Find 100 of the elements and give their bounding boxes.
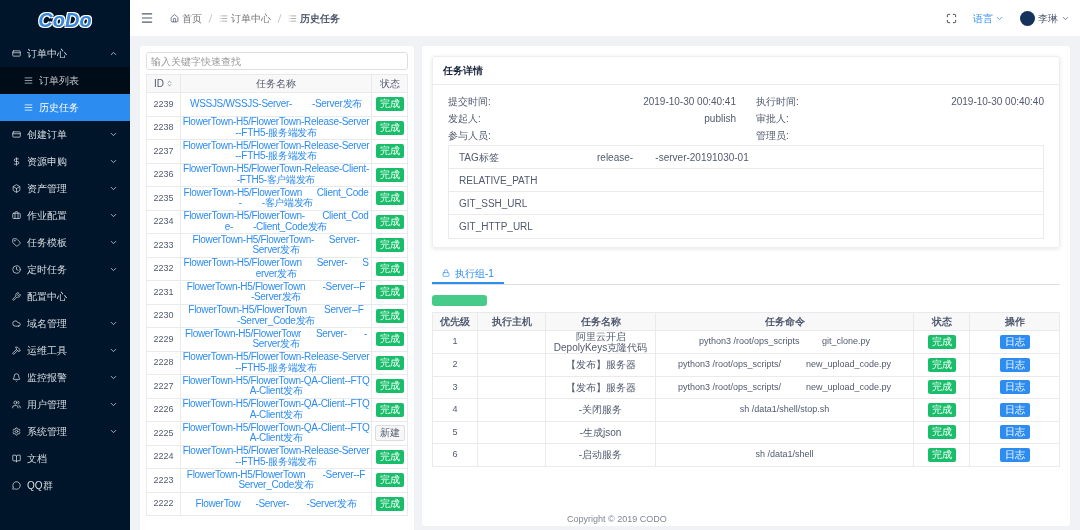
task-link[interactable]: FlowerTow -Server- -Server发布: [180, 492, 372, 516]
table-cell: 1: [432, 330, 478, 354]
chevron-down-icon: [109, 427, 118, 436]
task-link[interactable]: WSSJS/WSSJS-Server- -Server发布: [180, 92, 372, 116]
table-cell: 2227: [146, 374, 181, 398]
log-button[interactable]: 日志: [999, 334, 1030, 349]
status-badge: 完成: [375, 97, 404, 111]
breadcrumb-item: 历史任务: [300, 11, 340, 26]
list-icon: [24, 76, 33, 85]
status-badge: 完成: [375, 496, 404, 511]
task-link[interactable]: FlowerTown-H5/FlowerTown-QA-Client--FTQA-Client发布: [180, 421, 372, 445]
sidebar-item[interactable]: 资产管理: [0, 175, 130, 202]
chevron-down-icon: [109, 346, 118, 355]
sidebar-item[interactable]: 域名管理: [0, 310, 130, 337]
log-button[interactable]: 日志: [999, 447, 1030, 462]
task-link[interactable]: FlowerTown-H5/FlowerTown -Server--F -Server发布: [180, 280, 372, 304]
task-link[interactable]: FlowerTown-H5/FlowerTown Server--F -Server_Code发布: [180, 304, 372, 328]
table-cell: -生成json: [545, 421, 656, 444]
hammer-icon: [12, 346, 21, 355]
settings-icon: [12, 427, 21, 436]
task-link[interactable]: FlowerTown-H5/FlowerTown- Server- Server发布: [180, 233, 372, 257]
breadcrumb-item[interactable]: 订单中心: [231, 10, 271, 26]
sidebar-item[interactable]: 订单中心: [0, 40, 130, 67]
status-badge: 完成: [375, 191, 404, 205]
card-icon: [12, 130, 21, 139]
book-icon: [12, 454, 21, 463]
task-link[interactable]: FlowerTown-H5/FlowerTown -Server--F Server_Code发布: [180, 468, 372, 492]
status-badge: 完成: [927, 447, 956, 462]
sidebar-item[interactable]: 用户管理: [0, 391, 130, 418]
sidebar-item[interactable]: QQ群: [0, 472, 130, 499]
column-header[interactable]: ID: [146, 74, 181, 93]
home-icon: [170, 13, 179, 23]
status-badge: 新建: [374, 425, 405, 442]
task-link[interactable]: FlowerTown-H5/FlowerTown Server- Server发布: [180, 257, 372, 281]
task-link[interactable]: FlowerTown-H5/FlowerTown-Release-Server--FTH5-服务端发布: [180, 116, 372, 140]
status-badge: 完成: [375, 285, 404, 299]
status-badge: 完成: [375, 167, 404, 182]
sidebar-subitem[interactable]: 历史任务: [0, 94, 130, 121]
task-link[interactable]: FlowerTown-H5/FlowerTown-Release-Server--FTH5-服务端发布: [180, 445, 372, 469]
sort-icon[interactable]: [166, 80, 173, 87]
chat-icon: [12, 481, 21, 490]
column-header: 状态: [371, 74, 408, 93]
task-link[interactable]: FlowerTown-H5/FlowerTown-Release-Client--FTH5-客户端发布: [180, 163, 372, 187]
sidebar-item[interactable]: 任务模板: [0, 229, 130, 256]
field-value: 2019-10-30 00:40:40: [951, 95, 1044, 107]
column-header: 操作: [969, 312, 1060, 331]
task-link[interactable]: FlowerTown-H5/FlowerTown- Client_Code- -Client_Code发布: [180, 210, 372, 234]
status-badge: 完成: [375, 214, 404, 229]
param-key: GIT_HTTP_URL: [459, 219, 597, 234]
chevron-down-icon: [109, 238, 118, 247]
log-button[interactable]: 日志: [999, 357, 1030, 372]
task-link[interactable]: FlowerTown-H5/FlowerTown-Release-Server--FTH5-服务端发布: [180, 139, 372, 163]
task-link[interactable]: FlowerTown-H5/FlowerTown Client_Code- -客户端发布: [180, 186, 372, 210]
user-menu[interactable]: 李琳: [1020, 10, 1070, 26]
log-button[interactable]: 日志: [999, 425, 1030, 439]
list-icon: [288, 13, 297, 23]
table-cell: 2234: [146, 210, 181, 234]
sidebar-item[interactable]: 作业配置: [0, 202, 130, 229]
search-field[interactable]: 输入关键字快速查找: [146, 52, 408, 70]
table-cell: 【发布】服务器: [545, 353, 656, 376]
field-label: 审批人:: [756, 112, 789, 124]
card-icon: [12, 49, 21, 58]
task-link[interactable]: FlowerTown-H5/FlowerTown-QA-Client--FTQA-Client发布: [180, 374, 372, 398]
sidebar-item[interactable]: 定时任务: [0, 256, 130, 283]
users-icon: [12, 400, 21, 409]
sidebar-subitem[interactable]: 订单列表: [0, 67, 130, 94]
breadcrumb-item[interactable]: 首页: [182, 10, 202, 26]
chevron-down-icon: [109, 319, 118, 328]
log-button[interactable]: 日志: [999, 380, 1030, 394]
chevron-down-icon: [109, 130, 118, 139]
bell-icon: [12, 373, 21, 382]
status-badge: 完成: [375, 332, 404, 346]
fullscreen-icon[interactable]: [946, 12, 957, 24]
sidebar-item[interactable]: 创建订单: [0, 121, 130, 148]
task-link[interactable]: FlowerTown-H5/FlowerTown-QA-Client--FTQA-Client发布: [180, 398, 372, 422]
status-pill: [432, 295, 487, 306]
table-cell: 2239: [146, 92, 181, 116]
sidebar-item[interactable]: 系统管理: [0, 418, 130, 445]
field-label: 执行时间:: [756, 95, 799, 107]
status-badge: 完成: [375, 144, 404, 158]
table-cell: 4: [432, 398, 478, 421]
sidebar-item[interactable]: 配置中心: [0, 283, 130, 310]
menu-icon[interactable]: [140, 11, 154, 25]
sidebar-item[interactable]: 运维工具: [0, 337, 130, 364]
lock-icon: [442, 269, 450, 277]
table-cell: 2222: [146, 492, 181, 516]
group-tab[interactable]: 执行组-1: [432, 264, 504, 284]
clock-icon: [12, 265, 21, 274]
task-link[interactable]: FlowerTown-H5/FlowerTowr Server- -Server发布: [180, 327, 372, 351]
log-button[interactable]: 日志: [999, 402, 1030, 417]
sidebar-item[interactable]: 监控报警: [0, 364, 130, 391]
language-dropdown[interactable]: 语言: [973, 10, 1004, 26]
sidebar-item[interactable]: 文档: [0, 445, 130, 472]
table-cell: python3 /root/ops_scripts/ new_upload_code.py: [655, 376, 914, 399]
task-link[interactable]: FlowerTown-H5/FlowerTown-Release-Server--FTH5-服务端发布: [180, 351, 372, 375]
table-cell: 2231: [146, 280, 181, 304]
param-key: GIT_SSH_URL: [459, 195, 597, 211]
chevron-down-icon: [109, 184, 118, 193]
copyright: Copyright © 2019 CODO: [567, 513, 667, 527]
sidebar-item[interactable]: 资源申购: [0, 148, 130, 175]
